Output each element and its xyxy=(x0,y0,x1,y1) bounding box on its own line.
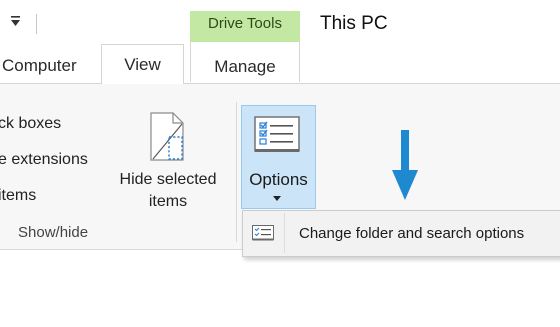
tab-computer[interactable]: Computer xyxy=(2,56,77,76)
folder-options-icon xyxy=(252,225,274,241)
options-label: Options xyxy=(249,170,308,189)
caret-down-icon xyxy=(273,196,281,201)
window-title: This PC xyxy=(320,13,388,34)
ribbon-top-border xyxy=(0,83,560,84)
tab-manage[interactable]: Manage xyxy=(190,57,300,77)
hide-selected-icon xyxy=(150,112,184,161)
qat-separator xyxy=(36,14,37,34)
tab-view[interactable]: View xyxy=(101,44,184,84)
qat-customize-icon[interactable] xyxy=(10,12,21,30)
hide-selected-items-label: Hide selected items xyxy=(119,171,217,210)
show-hide-group-label: Show/hide xyxy=(18,224,89,241)
ribbon-group-separator xyxy=(236,102,237,242)
file-name-extensions-option[interactable]: e extensions xyxy=(0,151,88,169)
arrow-down-icon xyxy=(392,130,418,200)
options-icon xyxy=(254,116,300,152)
hidden-items-option[interactable]: items xyxy=(0,187,36,205)
item-check-boxes-option[interactable]: ck boxes xyxy=(0,115,61,133)
change-folder-options-label: Change folder and search options xyxy=(299,225,525,242)
drive-tools-context-header: Drive Tools xyxy=(190,11,300,42)
